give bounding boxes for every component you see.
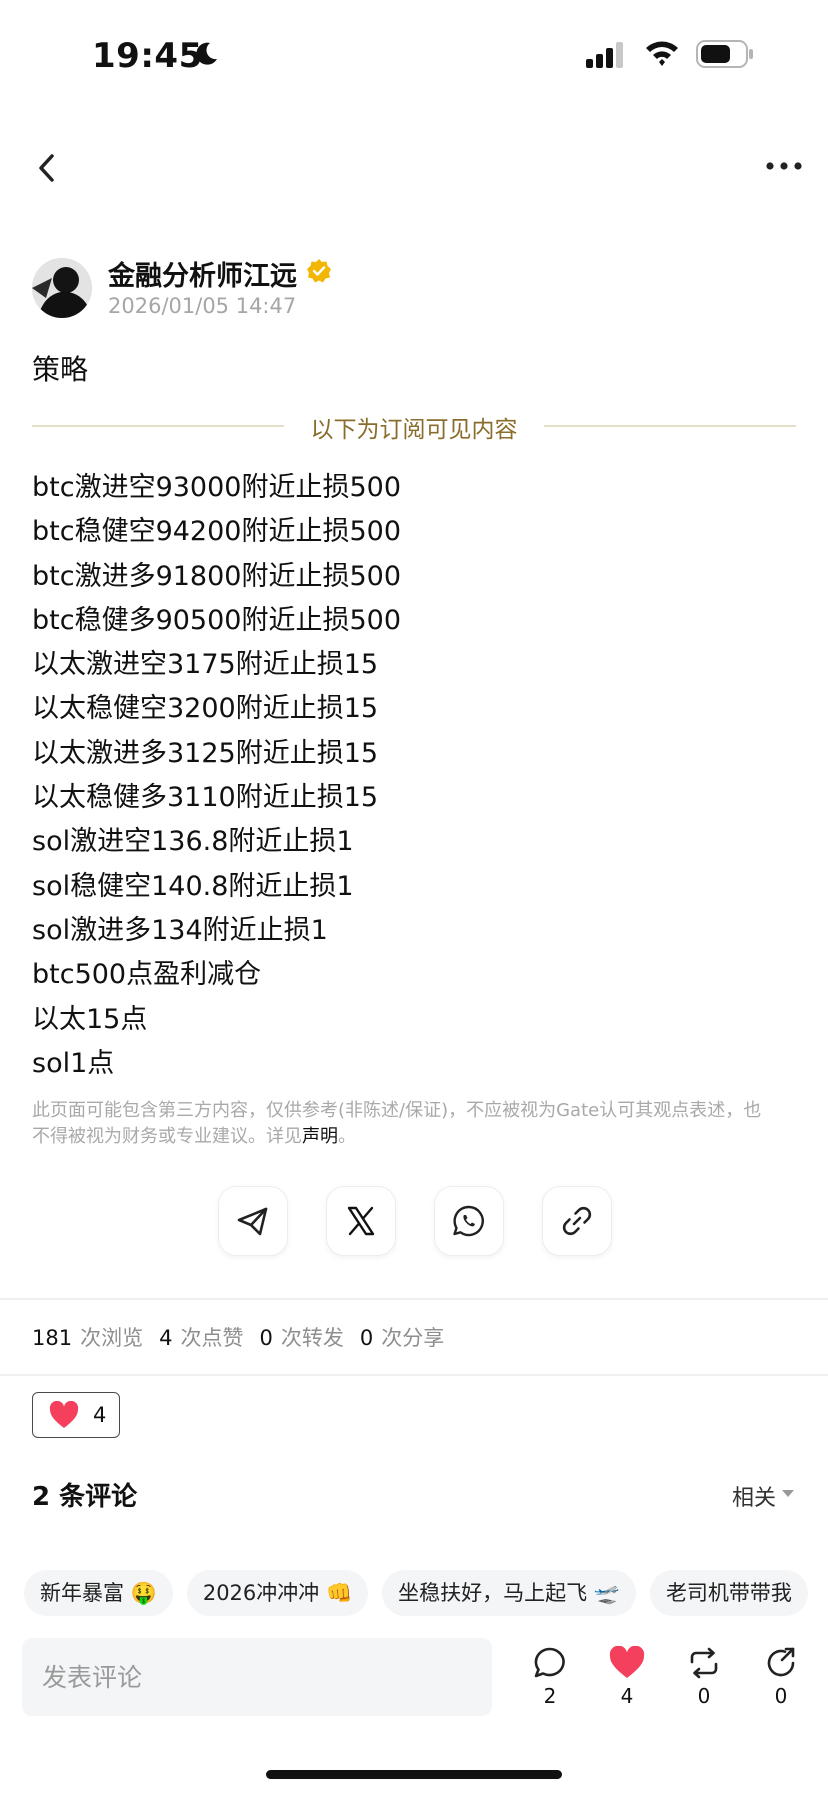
comment-bubble-icon: [534, 1647, 565, 1678]
share-telegram-button[interactable]: [218, 1186, 288, 1256]
post-stats: 181 次浏览 4 次点赞 0 次转发 0 次分享: [32, 1322, 460, 1352]
disclaimer-end: 。: [338, 1126, 356, 1147]
reposts-label: 次转发: [280, 1326, 344, 1350]
quick-reply-chip[interactable]: 老司机带带我: [649, 1570, 808, 1616]
post-line: btc稳健多90500附近止损500: [32, 604, 401, 636]
like-action-button[interactable]: 4: [597, 1646, 657, 1726]
verified-badge-icon: [307, 259, 331, 283]
comments-header: 2 条评论 相关: [32, 1476, 796, 1516]
post-line: btc稳健空94200附近止损500: [32, 516, 401, 548]
views-label: 次浏览: [80, 1326, 144, 1350]
subscription-divider-label: 以下为订阅可见内容: [310, 417, 518, 443]
reaction-count: 4: [93, 1403, 107, 1427]
divider: [0, 1298, 828, 1300]
comment-input-box[interactable]: [22, 1638, 492, 1716]
repost-count: 0: [697, 1684, 711, 1708]
share-count: 0: [774, 1684, 788, 1708]
repost-action-button[interactable]: 0: [674, 1646, 734, 1726]
divider: [0, 1374, 828, 1376]
share-whatsapp-button[interactable]: [434, 1186, 504, 1256]
quick-reply-chip[interactable]: 新年暴富 🤑: [24, 1570, 173, 1616]
post-line: 以太15点: [32, 1003, 148, 1035]
bottom-panel: 新年暴富 🤑 2026冲冲冲 👊 坐稳扶好，马上起飞 🛫 老司机带带我 2 4 0: [0, 1546, 828, 1795]
nav-bar: [0, 130, 828, 206]
share-x-button[interactable]: [326, 1186, 396, 1256]
avatar[interactable]: [32, 258, 92, 318]
likes-count: 4: [159, 1326, 173, 1350]
views-count: 181: [32, 1326, 73, 1350]
like-count: 4: [620, 1684, 634, 1708]
wifi-icon: [646, 41, 678, 66]
signal-icon: [586, 42, 623, 68]
status-time: 19:45: [92, 36, 203, 76]
post-title: 策略: [32, 353, 89, 386]
author-name[interactable]: 金融分析师江远: [108, 254, 297, 293]
post-line: btc激进空93000附近止损500: [32, 472, 401, 503]
disclaimer-link[interactable]: 声明: [302, 1126, 338, 1147]
back-arrow-icon[interactable]: [30, 150, 66, 186]
divider-line-right: [544, 425, 796, 427]
comments-sort-dropdown[interactable]: 相关: [732, 1480, 776, 1512]
comment-input[interactable]: [22, 1638, 492, 1716]
status-bar: 19:45: [0, 0, 828, 110]
author-header: 金融分析师江远 2026/01/05 14:47: [32, 254, 792, 322]
post-line: 以太稳健多3110附近止损15: [32, 782, 379, 814]
post-line: 以太激进多3125附近止损15: [32, 737, 379, 769]
post-body: btc激进空93000附近止损500 btc稳健空94200附近止损500 bt…: [32, 466, 792, 1086]
repost-icon: [690, 1647, 718, 1679]
post-line: 以太激进空3175附近止损15: [32, 649, 379, 681]
shares-count: 0: [359, 1326, 374, 1350]
likes-label: 次点赞: [180, 1326, 244, 1350]
quick-reply-chips: 新年暴富 🤑 2026冲冲冲 👊 坐稳扶好，马上起飞 🛫 老司机带带我: [24, 1570, 828, 1618]
post-timestamp: 2026/01/05 14:47: [108, 294, 297, 318]
shares-label: 次分享: [381, 1326, 445, 1350]
comments-title: 2 条评论: [32, 1482, 138, 1512]
post-line: sol激进多134附近止损1: [32, 914, 328, 946]
copy-link-button[interactable]: [542, 1186, 612, 1256]
telegram-icon: [237, 1207, 268, 1236]
disclaimer: 此页面可能包含第三方内容，仅供参考(非陈述/保证)，不应被视为Gate认可其观点…: [32, 1098, 772, 1150]
post-line: sol稳健空140.8附近止损1: [32, 870, 354, 902]
home-indicator[interactable]: [266, 1770, 562, 1779]
heart-icon: [49, 1401, 79, 1428]
reposts-count: 0: [259, 1326, 273, 1350]
post-line: sol1点: [32, 1047, 115, 1079]
quick-reply-chip[interactable]: 坐稳扶好，马上起飞 🛫: [382, 1570, 636, 1616]
battery-icon: [696, 40, 753, 68]
post-line: sol激进空136.8附近止损1: [32, 826, 354, 858]
comment-action-button[interactable]: 2: [520, 1646, 580, 1726]
post-line: btc激进多91800附近止损500: [32, 560, 401, 592]
caret-down-icon[interactable]: [782, 1490, 794, 1497]
comment-count: 2: [543, 1684, 557, 1708]
post-line: 以太稳健空3200附近止损15: [32, 693, 379, 725]
whatsapp-icon: [453, 1205, 484, 1237]
more-options-icon[interactable]: [764, 156, 804, 176]
avatar-image: [32, 258, 92, 318]
subscription-divider: 以下为订阅可见内容: [32, 408, 796, 444]
x-icon: [347, 1206, 375, 1236]
quick-reply-chip[interactable]: 2026冲冲冲 👊: [186, 1570, 369, 1616]
link-icon: [562, 1206, 592, 1236]
reaction-like-pill[interactable]: 4: [32, 1392, 120, 1438]
disclaimer-text: 此页面可能包含第三方内容，仅供参考(非陈述/保证)，不应被视为Gate认可其观点…: [32, 1100, 762, 1147]
moon-icon: [196, 42, 217, 65]
heart-filled-icon: [609, 1646, 645, 1678]
share-row: [0, 1186, 828, 1258]
post-line: btc500点盈利减仓: [32, 959, 262, 991]
share-arrow-icon: [767, 1647, 795, 1677]
share-action-button[interactable]: 0: [751, 1646, 811, 1726]
